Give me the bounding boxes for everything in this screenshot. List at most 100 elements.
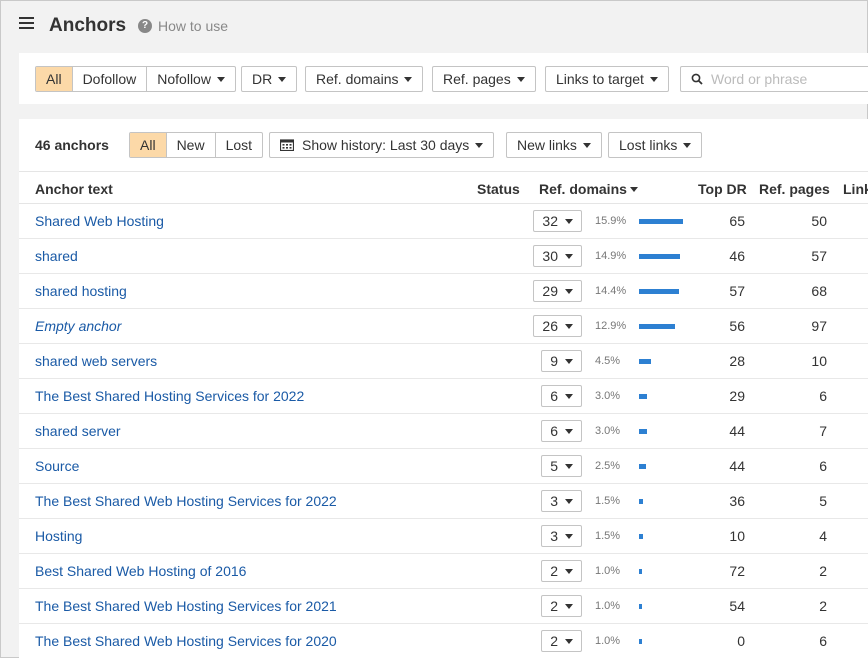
anchor-text-link[interactable]: Source [35,458,79,474]
ref-domains-bar [639,219,683,224]
link-type-dofollow[interactable]: Dofollow [73,67,148,91]
anchor-text-link[interactable]: shared [35,248,78,264]
table-row: Best Shared Web Hosting of 2016 2 1.0% 72 2 [19,554,868,589]
anchor-text-link[interactable]: The Best Shared Web Hosting Services for… [35,598,337,614]
help-circle-icon[interactable]: ? [138,19,152,33]
ref-domains-dropdown[interactable]: 5 [541,455,582,477]
ref-domains-dropdown[interactable]: 2 [541,595,582,617]
table-row: Empty anchor 26 12.9% 56 97 [19,309,868,344]
top-dr-value: 65 [729,213,745,229]
anchor-text-link[interactable]: The Best Shared Web Hosting Services for… [35,493,337,509]
chevron-down-icon [565,603,573,609]
ref-domains-bar-track [639,464,683,469]
anchor-text-link[interactable]: Empty anchor [35,318,121,334]
column-status[interactable]: Status [477,181,520,197]
ref-domains-dropdown[interactable]: 2 [541,630,582,652]
chevron-down-icon [565,428,573,434]
ref-domains-percent: 4.5% [595,355,621,367]
ref-domains-value: 30 [542,248,558,264]
chevron-down-icon [565,323,573,329]
ref-domains-bar-track [639,604,683,609]
top-dr-value: 0 [737,633,745,649]
ref-pages-value: 10 [811,353,827,369]
column-links[interactable]: Link [843,181,868,197]
ref-domains-dropdown[interactable]: 3 [541,490,582,512]
how-to-use-link[interactable]: How to use [158,18,228,34]
ref-domains-bar-track [639,289,683,294]
link-type-all[interactable]: All [36,67,73,91]
search-input[interactable] [711,69,868,89]
ref-pages-value: 5 [819,493,827,509]
ref-pages-value: 4 [819,528,827,544]
ref-pages-value: 2 [819,598,827,614]
chevron-down-icon [565,253,573,259]
ref-domains-dropdown[interactable]: 6 [541,420,582,442]
table-row: The Best Shared Web Hosting Services for… [19,589,868,624]
anchor-text-link[interactable]: Shared Web Hosting [35,213,164,229]
link-type-nofollow-label: Nofollow [157,71,211,87]
ref-domains-percent: 1.5% [595,530,621,542]
anchor-text-link[interactable]: Best Shared Web Hosting of 2016 [35,563,246,579]
ref-domains-filter-label: Ref. domains [316,71,399,87]
chevron-down-icon [565,393,573,399]
column-anchor-text[interactable]: Anchor text [35,181,113,197]
anchor-text-link[interactable]: The Best Shared Web Hosting Services for… [35,633,337,649]
table-row: The Best Shared Web Hosting Services for… [19,484,868,519]
hamburger-icon[interactable] [19,17,34,30]
anchors-table-body: Shared Web Hosting 32 15.9% 65 50 shared 30 14.… [19,204,868,658]
tab-all[interactable]: All [130,133,167,157]
column-ref-pages[interactable]: Ref. pages [759,181,830,197]
ref-domains-dropdown[interactable]: 3 [541,525,582,547]
ref-domains-dropdown[interactable]: 30 [533,245,582,267]
show-history-button[interactable]: Show history: Last 30 days [269,132,495,158]
tab-lost[interactable]: Lost [216,133,262,157]
page-title: Anchors [49,15,127,36]
column-ref-domains[interactable]: Ref. domains [539,181,638,197]
top-dr-value: 28 [729,353,745,369]
column-top-dr[interactable]: Top DR [698,181,747,197]
ref-domains-dropdown[interactable]: 32 [533,210,582,232]
ref-pages-filter-button[interactable]: Ref. pages [432,66,536,92]
table-row: shared hosting 29 14.4% 57 68 [19,274,868,309]
ref-domains-dropdown[interactable]: 9 [541,350,582,372]
tab-new[interactable]: New [167,133,216,157]
chevron-down-icon [278,76,287,82]
anchor-text-link[interactable]: Hosting [35,528,82,544]
ref-domains-dropdown[interactable]: 29 [533,280,582,302]
ref-domains-bar [639,324,675,329]
ref-domains-dropdown[interactable]: 6 [541,385,582,407]
ref-domains-percent: 1.0% [595,635,621,647]
table-row: Hosting 3 1.5% 10 4 [19,519,868,554]
ref-pages-value: 6 [819,388,827,404]
top-dr-value: 72 [729,563,745,579]
chevron-down-icon [475,142,484,148]
top-dr-value: 57 [729,283,745,299]
chevron-down-icon [565,498,573,504]
anchor-text-link[interactable]: The Best Shared Hosting Services for 202… [35,388,304,404]
ref-pages-value: 97 [811,318,827,334]
ref-pages-value: 50 [811,213,827,229]
lost-links-button[interactable]: Lost links [608,132,703,158]
dr-filter-button[interactable]: DR [241,66,298,92]
ref-domains-dropdown[interactable]: 2 [541,560,582,582]
link-type-nofollow[interactable]: Nofollow [147,67,235,91]
new-links-button[interactable]: New links [506,132,602,158]
ref-domains-value: 2 [550,633,558,649]
links-to-target-filter-button[interactable]: Links to target [545,66,669,92]
ref-domains-dropdown[interactable]: 26 [533,315,582,337]
ref-domains-bar [639,604,642,609]
chevron-down-icon [565,638,573,644]
anchor-text-link[interactable]: shared web servers [35,353,157,369]
table-row: The Best Shared Hosting Services for 202… [19,379,868,414]
sort-desc-icon [629,186,638,192]
table-row: The Best Shared Web Hosting Services for… [19,624,868,658]
anchor-text-link[interactable]: shared server [35,423,121,439]
ref-domains-filter-button[interactable]: Ref. domains [305,66,424,92]
chevron-down-icon [582,142,591,148]
anchor-text-link[interactable]: shared hosting [35,283,127,299]
ref-domains-value: 29 [542,283,558,299]
ref-domains-bar [639,569,642,574]
ref-domains-percent: 1.0% [595,565,621,577]
table-row: shared 30 14.9% 46 57 [19,239,868,274]
ref-domains-percent: 1.0% [595,600,621,612]
